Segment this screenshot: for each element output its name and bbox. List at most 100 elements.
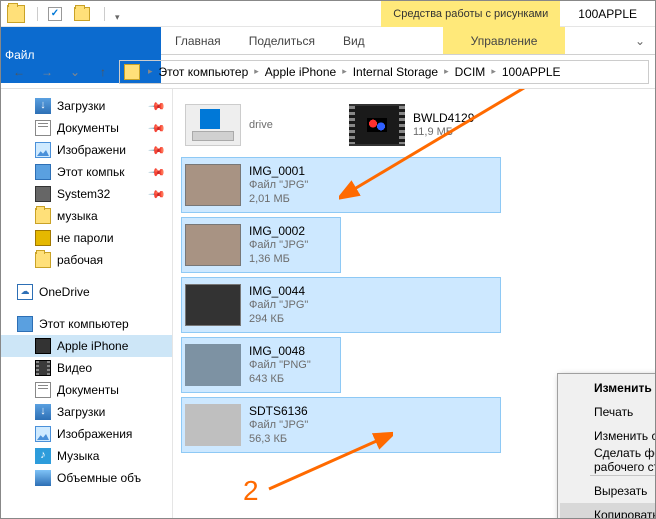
file-item[interactable]: IMG_0048Файл "PNG"643 КБ [181, 337, 341, 393]
pin-icon: 📌 [148, 163, 167, 182]
sidebar-item-label: Этот компьк [57, 165, 125, 179]
crumb-internal[interactable]: Internal Storage [349, 65, 442, 79]
img-icon [35, 142, 51, 158]
tab-share[interactable]: Поделиться [235, 27, 329, 54]
contextual-tools-label: Средства работы с рисунками [381, 1, 560, 27]
sidebar-item[interactable]: Музыка [1, 445, 172, 467]
tab-manage[interactable]: Управление [443, 27, 566, 54]
sidebar-item-label: музыка [57, 209, 98, 223]
od-icon [17, 284, 33, 300]
sidebar-item[interactable]: Этот компьк 📌 [1, 161, 172, 183]
context-menu-item[interactable]: Вырезать [560, 479, 655, 503]
file-name: IMG_0001 [249, 164, 308, 178]
crumb-iphone[interactable]: Apple iPhone [261, 65, 340, 79]
sidebar-item-label: Загрузки [57, 405, 105, 419]
sidebar-item[interactable]: System32📌 [1, 183, 172, 205]
qat-checkbox-icon[interactable]: ✓ [48, 7, 62, 21]
doc-icon [35, 120, 51, 136]
tab-view[interactable]: Вид [329, 27, 379, 54]
context-menu-separator [590, 475, 655, 476]
chevron-right-icon[interactable]: ▸ [252, 66, 261, 77]
file-thumbnail [185, 344, 241, 386]
sidebar-item[interactable]: Загрузки 📌 [1, 95, 172, 117]
file-item[interactable]: drive [181, 97, 341, 153]
nav-back-icon[interactable]: ← [7, 60, 31, 84]
vid-icon [35, 360, 51, 376]
file-size: 1,36 МБ [249, 252, 308, 266]
file-name: IMG_0044 [249, 284, 308, 298]
file-type: Файл "PNG" [249, 358, 311, 372]
sidebar-item-label: Документы [57, 383, 119, 397]
sidebar-item-label: Объемные объ [57, 471, 141, 485]
context-menu-label: Сделать фоновым изображением рабочего ст… [594, 446, 655, 474]
doc-icon [35, 382, 51, 398]
file-thumbnail [185, 224, 241, 266]
sidebar-item[interactable]: OneDrive [1, 281, 172, 303]
sidebar-item[interactable]: рабочая [1, 249, 172, 271]
sidebar-item[interactable]: Объемные объ [1, 467, 172, 489]
sidebar-item-label: Документы [57, 121, 119, 135]
pc-icon [35, 164, 51, 180]
annotation-arrow-2 [263, 429, 393, 499]
sidebar-item-label: Музыка [57, 449, 99, 463]
file-size: 2,01 МБ [249, 192, 308, 206]
sidebar-item-label: не пароли [57, 231, 114, 245]
file-type: Файл "JPG" [249, 298, 308, 312]
annotation-number-2: 2 [243, 475, 259, 507]
dl-icon [35, 98, 51, 114]
pin-icon: 📌 [148, 97, 167, 116]
file-item[interactable]: IMG_0044Файл "JPG"294 КБ [181, 277, 501, 333]
context-menu-label: Копировать [594, 508, 655, 518]
sidebar-item[interactable]: не пароли [1, 227, 172, 249]
context-menu-item[interactable]: Сделать фоновым изображением рабочего ст… [560, 448, 655, 472]
sidebar-item-label: Загрузки [57, 99, 105, 113]
nav-recent-icon[interactable]: ⌄ [63, 60, 87, 84]
sidebar-item[interactable]: Загрузки [1, 401, 172, 423]
chevron-right-icon[interactable]: ▸ [146, 66, 155, 77]
mus2-icon [35, 448, 51, 464]
file-size: 643 КБ [249, 372, 311, 386]
context-menu-item[interactable]: Изменить [560, 376, 655, 400]
qat-folder-icon[interactable] [74, 7, 90, 21]
sidebar-item[interactable]: Изображени📌 [1, 139, 172, 161]
sidebar-item[interactable]: Документы📌 [1, 117, 172, 139]
file-type: Файл "JPG" [249, 178, 308, 192]
crumb-100apple[interactable]: 100APPLE [498, 65, 565, 79]
crumb-dcim[interactable]: DCIM [451, 65, 490, 79]
chevron-right-icon[interactable]: ▸ [442, 66, 451, 77]
sidebar-item[interactable]: Документы [1, 379, 172, 401]
file-thumbnail [185, 284, 241, 326]
crumb-this-pc[interactable]: Этот компьютер [155, 65, 253, 79]
window-title: 100APPLE [560, 1, 655, 27]
context-menu-item[interactable]: Копировать [560, 503, 655, 518]
sidebar-item-label: OneDrive [39, 285, 90, 299]
nav-up-icon[interactable]: ↑ [91, 60, 115, 84]
sidebar-item-label: рабочая [57, 253, 103, 267]
nav-forward-icon[interactable]: → [35, 60, 59, 84]
context-menu-label: Вырезать [594, 484, 647, 498]
context-menu: Изменить ПечатьИзменить с помощью Paint 3… [557, 373, 655, 518]
title-bar: ✓ Средства работы с рисунками 100APPLE [1, 1, 655, 27]
file-list-pane[interactable]: driveBWLD412911,9 МБIMG_0001Файл "JPG"2,… [173, 89, 655, 518]
sidebar-item-label: Apple iPhone [57, 339, 128, 353]
sidebar-item[interactable]: Изображения [1, 423, 172, 445]
context-menu-label: Изменить [594, 381, 652, 395]
sidebar-item[interactable]: Apple iPhone [1, 335, 172, 357]
ribbon-expand-icon[interactable]: ⌄ [625, 27, 655, 54]
sidebar-tree[interactable]: Загрузки📌Документы📌Изображени📌Этот компь… [1, 89, 173, 518]
sidebar-item[interactable]: Этот компьютер [1, 313, 172, 335]
sidebar-item-label: Изображения [57, 427, 132, 441]
sidebar-item[interactable]: Видео [1, 357, 172, 379]
chevron-right-icon[interactable]: ▸ [340, 66, 349, 77]
file-item[interactable]: IMG_0002Файл "JPG"1,36 МБ [181, 217, 341, 273]
sidebar-item-label: Этот компьютер [39, 317, 129, 331]
tab-home[interactable]: Главная [161, 27, 235, 54]
file-name: IMG_0048 [249, 344, 311, 358]
file-type: drive [249, 118, 273, 132]
breadcrumb[interactable]: ▸ Этот компьютер ▸ Apple iPhone ▸ Intern… [119, 60, 649, 84]
context-menu-item[interactable]: Изменить с помощью Paint 3D [560, 424, 655, 448]
context-menu-item[interactable]: Печать [560, 400, 655, 424]
sidebar-item[interactable]: музыка [1, 205, 172, 227]
chevron-right-icon[interactable]: ▸ [489, 66, 498, 77]
qat-customize-icon[interactable] [115, 9, 125, 19]
